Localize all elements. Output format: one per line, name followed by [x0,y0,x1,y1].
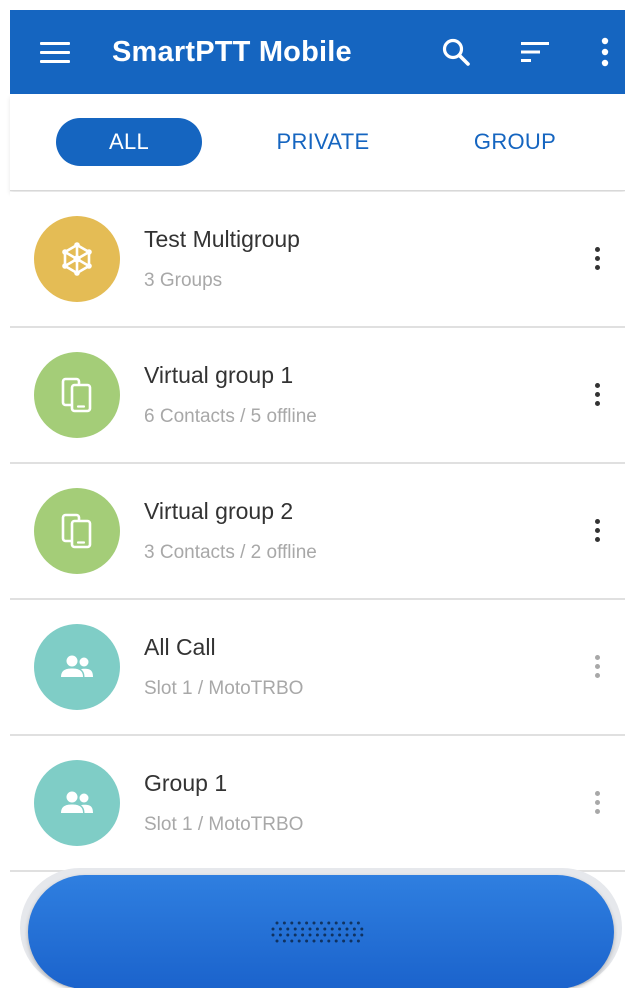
item-title: All Call [144,634,216,660]
list-item[interactable]: Group 1 Slot 1 / MotoTRBO [10,736,625,872]
list-item[interactable]: Virtual group 1 6 Contacts / 5 offline [10,328,625,464]
app-bar: SmartPTT Mobile [10,10,625,94]
list-item[interactable]: Test Multigroup 3 Groups [10,192,625,328]
more-vert-icon[interactable] [585,32,625,72]
list-item[interactable]: Virtual group 2 3 Contacts / 2 offline [10,464,625,600]
item-more-icon[interactable] [582,374,612,414]
item-more-icon[interactable] [582,782,612,822]
item-title: Group 1 [144,770,228,796]
filter-tabs: ALL PRIVATE GROUP [10,94,625,191]
virtual-group-avatar [34,352,120,438]
virtual-group-avatar [34,488,120,574]
tab-private[interactable]: PRIVATE [250,118,396,166]
groups-list: Test Multigroup 3 Groups Virtual group 1… [10,192,625,872]
talkgroup-avatar [34,624,120,710]
item-title: Test Multigroup [144,226,300,252]
app-screen: SmartPTT Mobile ALL PRIVATE GROUP Test M… [0,0,625,988]
list-item[interactable]: All Call Slot 1 / MotoTRBO [10,600,625,736]
menu-icon[interactable] [40,34,80,70]
multigroup-icon [62,242,92,276]
tab-all[interactable]: ALL [56,118,202,166]
item-more-icon[interactable] [582,510,612,550]
grip-dots-icon [271,921,364,943]
group-icon [61,655,93,677]
item-more-icon[interactable] [582,646,612,686]
item-subtitle: 3 Contacts / 2 offline [144,542,317,563]
ptt-area [20,868,622,988]
item-subtitle: 6 Contacts / 5 offline [144,406,317,427]
item-subtitle: Slot 1 / MotoTRBO [144,678,304,699]
devices-icon [61,377,92,413]
app-title: SmartPTT Mobile [112,36,352,68]
devices-icon [61,513,92,549]
sort-icon[interactable] [515,32,555,72]
item-more-icon[interactable] [582,238,612,278]
ptt-button[interactable] [28,875,614,988]
group-icon [61,791,93,813]
multigroup-avatar [34,216,120,302]
search-icon[interactable] [436,32,476,72]
item-subtitle: 3 Groups [144,270,223,291]
talkgroup-avatar [34,760,120,846]
tab-group[interactable]: GROUP [442,118,588,166]
item-title: Virtual group 2 [144,498,294,524]
item-subtitle: Slot 1 / MotoTRBO [144,814,304,835]
item-title: Virtual group 1 [144,362,294,388]
